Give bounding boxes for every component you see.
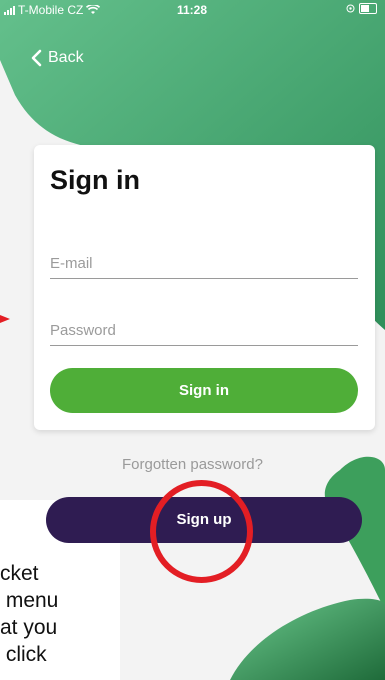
annotation-text: cket menu at you click — [0, 560, 120, 668]
annotation-line-2: menu — [0, 589, 59, 612]
password-field[interactable] — [50, 317, 358, 346]
sign-in-card: Sign in Sign in — [34, 145, 375, 430]
wifi-icon — [86, 5, 101, 14]
email-field[interactable] — [50, 250, 358, 279]
red-arrow-tip — [0, 315, 10, 323]
signal-icon — [4, 5, 15, 15]
orientation-lock-icon — [346, 4, 355, 13]
sign-up-button[interactable]: Sign up — [46, 497, 362, 543]
phone-screen: T-Mobile CZ 11:28 Back Sign in Sign in F… — [0, 0, 385, 680]
status-left: T-Mobile CZ — [4, 3, 101, 17]
battery-icon — [359, 3, 377, 14]
annotation-line-3: at you — [0, 616, 58, 639]
carrier-label: T-Mobile CZ — [18, 3, 84, 17]
status-right — [346, 3, 377, 14]
status-time: 11:28 — [177, 3, 208, 17]
chevron-left-icon — [31, 49, 42, 67]
annotation-line-1: cket — [0, 562, 39, 585]
sign-in-button[interactable]: Sign in — [50, 368, 358, 413]
status-bar: T-Mobile CZ 11:28 — [0, 0, 385, 20]
back-button[interactable]: Back — [30, 49, 84, 67]
back-label: Back — [48, 49, 84, 66]
forgot-password-link[interactable]: Forgotten password? — [122, 456, 263, 473]
annotation-line-4: click — [0, 643, 47, 666]
card-title: Sign in — [50, 165, 140, 195]
